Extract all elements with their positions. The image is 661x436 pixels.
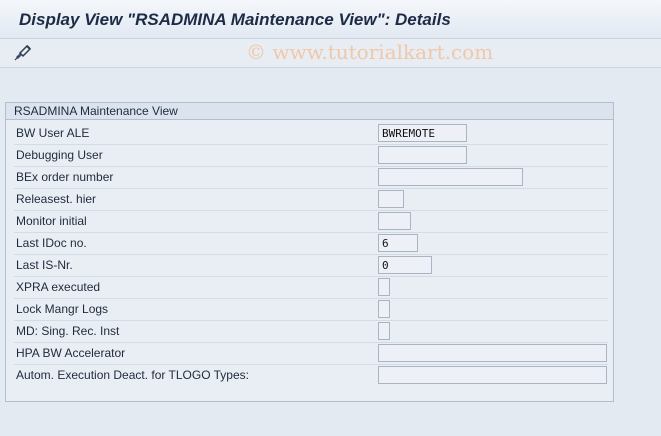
row-last-idoc-no: Last IDoc no. 6 xyxy=(14,233,608,255)
field-label: Releasest. hier xyxy=(16,192,97,206)
row-releasest-hier: Releasest. hier xyxy=(14,189,608,211)
hpa-bw-accelerator-field[interactable] xyxy=(378,344,607,362)
row-last-is-nr: Last IS-Nr. 0 xyxy=(14,255,608,277)
autom-execution-deact-field[interactable] xyxy=(378,366,607,384)
display-change-icon xyxy=(14,45,32,61)
field-label: HPA BW Accelerator xyxy=(16,346,126,360)
field-label: Monitor initial xyxy=(16,214,87,228)
row-hpa-bw-accelerator: HPA BW Accelerator xyxy=(14,343,608,365)
title-bar: Display View "RSADMINA Maintenance View"… xyxy=(0,0,661,39)
row-autom-execution-deact: Autom. Execution Deact. for TLOGO Types: xyxy=(14,365,608,386)
xpra-executed-field[interactable] xyxy=(378,278,390,296)
panel-title: RSADMINA Maintenance View xyxy=(6,103,613,120)
field-label: XPRA executed xyxy=(16,280,101,294)
field-label: Lock Mangr Logs xyxy=(16,302,109,316)
bex-order-number-field[interactable] xyxy=(378,168,523,186)
panel-title-label: RSADMINA Maintenance View xyxy=(14,104,178,118)
last-idoc-no-field[interactable]: 6 xyxy=(378,234,418,252)
row-monitor-initial: Monitor initial xyxy=(14,211,608,233)
field-label: MD: Sing. Rec. Inst xyxy=(16,324,120,338)
releasest-hier-field[interactable] xyxy=(378,190,404,208)
window-title: Display View "RSADMINA Maintenance View"… xyxy=(19,10,451,29)
display-change-button[interactable] xyxy=(12,43,34,63)
field-label: BEx order number xyxy=(16,170,114,184)
field-label: Debugging User xyxy=(16,148,103,162)
field-label: Autom. Execution Deact. for TLOGO Types: xyxy=(16,368,249,382)
field-label: BW User ALE xyxy=(16,126,90,140)
maintenance-view-panel: RSADMINA Maintenance View BW User ALE BW… xyxy=(5,102,614,402)
md-sing-rec-inst-field[interactable] xyxy=(378,322,390,340)
debugging-user-field[interactable] xyxy=(378,146,467,164)
row-bw-user-ale: BW User ALE BWREMOTE xyxy=(14,123,608,145)
row-debugging-user: Debugging User xyxy=(14,145,608,167)
row-xpra-executed: XPRA executed xyxy=(14,277,608,299)
watermark-text: © www.tutorialkart.com xyxy=(246,40,494,64)
row-lock-mangr-logs: Lock Mangr Logs xyxy=(14,299,608,321)
monitor-initial-field[interactable] xyxy=(378,212,411,230)
field-label: Last IDoc no. xyxy=(16,236,87,250)
field-label: Last IS-Nr. xyxy=(16,258,73,272)
last-is-nr-field[interactable]: 0 xyxy=(378,256,432,274)
lock-mangr-logs-field[interactable] xyxy=(378,300,390,318)
row-md-sing-rec-inst: MD: Sing. Rec. Inst xyxy=(14,321,608,343)
row-bex-order-number: BEx order number xyxy=(14,167,608,189)
bw-user-ale-field[interactable]: BWREMOTE xyxy=(378,124,467,142)
